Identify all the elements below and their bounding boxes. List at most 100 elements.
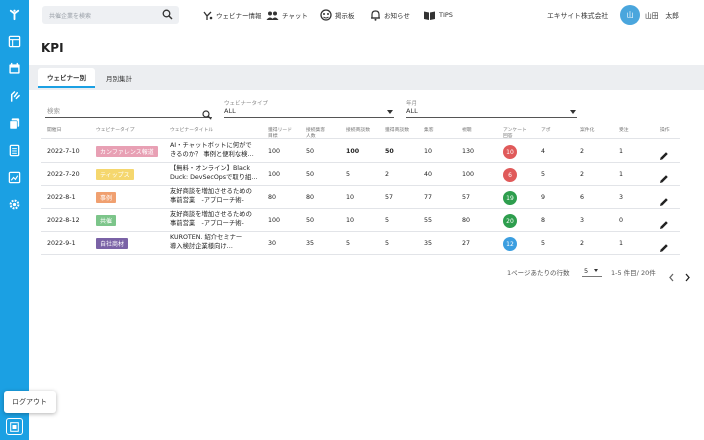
search-icon[interactable] <box>202 105 212 124</box>
cell-date: 2022-7-20 <box>47 171 80 178</box>
cell-value: 57 <box>462 194 471 201</box>
rows-per-page-select[interactable]: 5 <box>584 267 588 275</box>
column-header: 操作 <box>660 128 670 133</box>
list-icon[interactable] <box>7 34 22 49</box>
cell-value: 40 <box>424 171 433 178</box>
type-tag: ティップス <box>96 169 134 180</box>
column-header: 集客 <box>424 128 434 133</box>
logout-button[interactable]: ログアウト <box>4 391 56 413</box>
month-label: 年月 <box>406 101 418 107</box>
webinar-type-select[interactable] <box>224 117 394 118</box>
row-divider <box>41 185 680 186</box>
edit-icon[interactable] <box>659 146 669 160</box>
gear-icon[interactable] <box>7 197 22 212</box>
chevron-right-icon[interactable] <box>684 267 691 286</box>
cell-value: 80 <box>462 217 471 224</box>
cell-value: 27 <box>462 240 471 247</box>
survey-badge: 10 <box>503 145 517 159</box>
cell-title-line1[interactable]: 友好商談を増加させるための <box>170 187 265 196</box>
cell-value: 3 <box>580 217 585 224</box>
cell-title-line1[interactable]: AI・チャットボットに何がで <box>170 141 265 150</box>
company-search-input[interactable]: 共催企業を検索 <box>42 6 179 24</box>
nav-webinar-info[interactable]: ウェビナー情報 <box>202 8 262 22</box>
filter-search-placeholder: 検索 <box>47 107 60 115</box>
cell-title-line1[interactable]: 【無料・オンライン】Black <box>170 164 265 173</box>
survey-badge: 19 <box>503 191 517 205</box>
avatar[interactable]: 山 <box>620 5 640 25</box>
edit-icon[interactable] <box>659 192 669 206</box>
document-icon[interactable] <box>7 143 22 158</box>
cell-value: 100 <box>346 148 360 155</box>
nav-bulletin-board[interactable]: 掲示板 <box>320 8 355 22</box>
cell-value: 35 <box>424 240 433 247</box>
webinar-type-value[interactable]: ALL <box>224 107 236 115</box>
hand-icon[interactable] <box>7 89 22 104</box>
cell-value: 77 <box>424 194 433 201</box>
chevron-left-icon[interactable] <box>668 267 675 286</box>
cell-value: 8 <box>541 217 546 224</box>
cell-value: 80 <box>306 194 315 201</box>
cell-value: 10 <box>424 148 433 155</box>
table-header-divider <box>41 138 680 139</box>
nav-notifications[interactable]: お知らせ <box>370 8 410 22</box>
cell-date: 2022-7-10 <box>47 148 80 155</box>
cell-value: 55 <box>424 217 433 224</box>
chevron-down-icon[interactable] <box>594 269 598 272</box>
cell-value: 50 <box>306 148 315 155</box>
cell-title-line1[interactable]: KUROTEN. 紹介セミナー <box>170 233 265 242</box>
board-icon <box>320 9 332 21</box>
top-header: 共催企業を検索 ウェビナー情報 チャット 掲示板 お知らせ TIPS エキサイト… <box>29 0 704 32</box>
cell-date: 2022-8-12 <box>47 217 80 224</box>
tab-by-webinar[interactable]: ウェビナー別 <box>38 68 95 88</box>
row-divider <box>41 231 680 232</box>
book-icon <box>424 11 435 20</box>
nav-chat[interactable]: チャット <box>266 8 308 22</box>
cell-value: 100 <box>268 217 281 224</box>
cell-value: 3 <box>619 194 624 201</box>
filter-search-input[interactable] <box>45 117 212 118</box>
column-header: 獲得商談数 <box>385 128 409 133</box>
chevron-down-icon[interactable] <box>570 110 576 114</box>
cell-date: 2022-9-1 <box>47 240 76 247</box>
cell-value: 50 <box>306 217 315 224</box>
month-value[interactable]: ALL <box>406 107 418 115</box>
mascot-icon[interactable] <box>7 7 22 22</box>
rows-per-page-label: 1ページあたりの行数 <box>507 269 570 277</box>
cell-value: 2 <box>385 171 390 178</box>
cell-title-line2[interactable]: 事前営業 -アプローチ術- <box>170 219 265 228</box>
cell-value: 5 <box>346 240 351 247</box>
user-name[interactable]: 山田 太郎 <box>645 10 679 20</box>
edit-icon[interactable] <box>659 238 669 252</box>
edit-icon[interactable] <box>659 215 669 229</box>
cell-value: 80 <box>268 194 277 201</box>
tab-monthly-summary[interactable]: 月別集計 <box>99 68 139 88</box>
cell-value: 2 <box>580 240 585 247</box>
type-tag: 共催 <box>96 215 117 226</box>
nav-label: チャット <box>282 12 308 20</box>
cell-title-line2[interactable]: 導入検討企業様向け… <box>170 242 265 251</box>
webinar-icon <box>203 11 213 20</box>
rows-per-page-underline <box>582 276 602 277</box>
cell-title-line2[interactable]: Duck: DevSecOpsで取り組… <box>170 173 265 182</box>
company-search-placeholder: 共催企業を検索 <box>49 12 92 20</box>
survey-badge: 6 <box>503 168 517 182</box>
column-header: ウェビナータイプ <box>96 128 135 133</box>
copy-icon[interactable] <box>7 116 22 131</box>
type-tag: 事例 <box>96 192 117 203</box>
column-header: ウェビナータイトル <box>170 128 214 133</box>
cell-value: 5 <box>541 171 546 178</box>
nav-tips[interactable]: TIPS <box>423 8 453 22</box>
chevron-down-icon[interactable] <box>387 110 393 114</box>
type-tag: カンファレンス報道 <box>96 146 158 157</box>
logout-icon[interactable] <box>6 418 23 435</box>
cell-title-line2[interactable]: 事前営業 -アプローチ術- <box>170 196 265 205</box>
search-icon[interactable] <box>162 9 173 22</box>
chart-icon[interactable] <box>7 170 22 185</box>
cell-title-line1[interactable]: 友好商談を増加させるための <box>170 210 265 219</box>
cell-title-line2[interactable]: きるのか？ 事例と便利な検… <box>170 150 265 159</box>
edit-icon[interactable] <box>659 169 669 183</box>
column-header: 視聴 <box>462 128 472 133</box>
month-select[interactable] <box>406 117 577 118</box>
calendar-icon[interactable] <box>7 61 22 76</box>
column-header: 案件化 <box>580 128 595 133</box>
